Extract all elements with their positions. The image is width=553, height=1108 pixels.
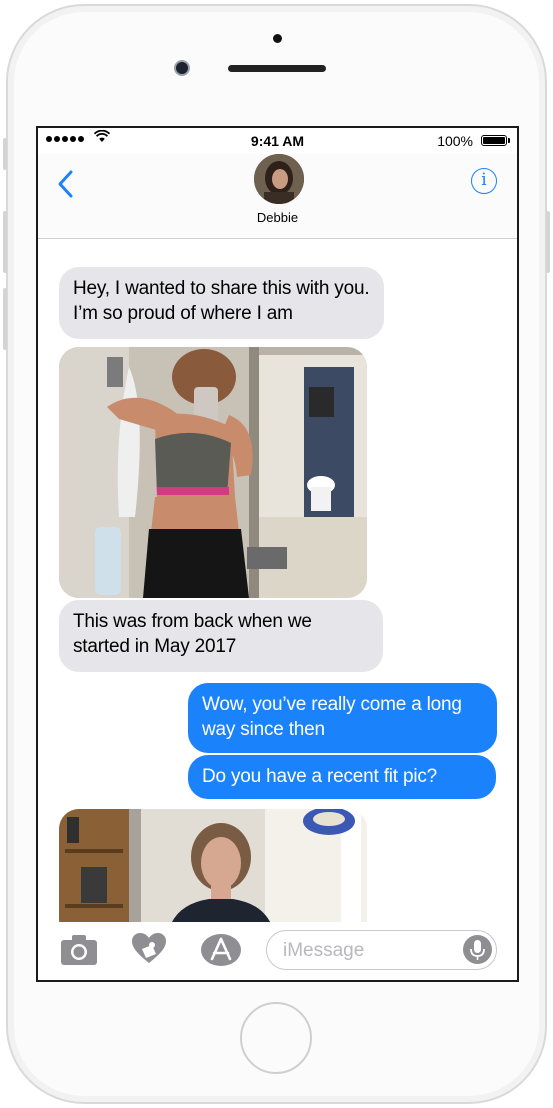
imessage-placeholder: iMessage [283, 940, 365, 961]
mute-switch [3, 138, 7, 170]
back-button[interactable] [52, 166, 82, 202]
battery-nub [508, 138, 510, 143]
app-store-icon [201, 934, 241, 966]
volume-up-button [3, 211, 7, 273]
outgoing-message[interactable]: Do you have a recent fit pic? [188, 755, 496, 799]
earpiece-speaker [228, 65, 326, 72]
avatar-portrait [254, 154, 304, 204]
battery-icon [481, 135, 507, 146]
status-bar: 9:41 AM 100% [38, 128, 517, 154]
recent-photo [59, 809, 367, 923]
volume-down-button [3, 288, 7, 350]
camera-button[interactable] [60, 932, 98, 971]
avatar[interactable] [254, 154, 304, 204]
camera-icon [61, 935, 97, 965]
mirror-selfie-photo [59, 347, 367, 598]
incoming-photo[interactable] [59, 347, 367, 598]
contact-name[interactable]: Debbie [38, 210, 517, 225]
microphone-button[interactable] [463, 935, 492, 964]
back-chevron-icon [58, 170, 73, 198]
screen: 9:41 AM 100% Debbie i Hey, I wanted to s… [36, 126, 519, 982]
app-store-button[interactable] [200, 932, 242, 973]
conversation-header: Debbie i [38, 154, 517, 239]
microphone-icon [470, 940, 485, 960]
info-icon: i [481, 170, 487, 190]
incoming-photo[interactable] [59, 809, 367, 923]
incoming-message[interactable]: This was from back when we started in Ma… [59, 600, 383, 672]
incoming-message[interactable]: Hey, I wanted to share this with you. I’… [59, 267, 384, 339]
proximity-sensor [273, 34, 282, 43]
compose-bar: iMessage [38, 922, 517, 980]
digital-touch-icon [132, 933, 166, 963]
digital-touch-button[interactable] [130, 932, 168, 971]
home-button[interactable] [240, 1002, 312, 1074]
battery-percent: 100% [437, 133, 473, 149]
outgoing-message[interactable]: Wow, you’ve really come a long way since… [188, 683, 497, 753]
info-button[interactable]: i [471, 168, 497, 194]
message-list[interactable]: Hey, I wanted to share this with you. I’… [38, 239, 517, 923]
front-camera [174, 60, 190, 76]
imessage-input[interactable]: iMessage [266, 930, 497, 970]
power-button [546, 211, 550, 273]
